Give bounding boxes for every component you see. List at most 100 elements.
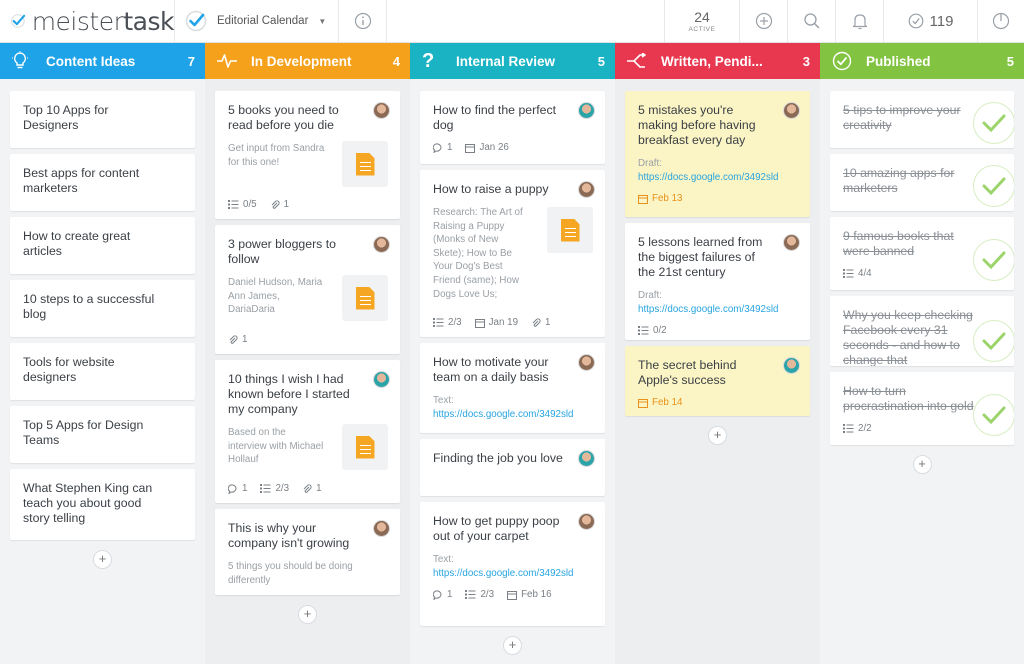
checklist-icon bbox=[843, 269, 854, 278]
project-name: Editorial Calendar bbox=[217, 15, 309, 27]
completed-tasks-number: 119 bbox=[929, 12, 954, 30]
task-card[interactable]: Top 5 Apps for Design Teams bbox=[10, 406, 195, 463]
info-icon bbox=[354, 12, 371, 30]
document-link[interactable]: https://docs.google.com/3492sld bbox=[433, 567, 592, 581]
info-button[interactable] bbox=[339, 0, 387, 42]
column-header[interactable]: Content Ideas 7 bbox=[0, 43, 205, 79]
task-title: How to get puppy poop out of your carpet bbox=[433, 514, 560, 543]
add-task-button[interactable]: + bbox=[708, 426, 727, 445]
task-card[interactable]: 10 steps to a successful blog bbox=[10, 280, 195, 337]
project-selector[interactable]: Editorial Calendar ▼ bbox=[175, 0, 339, 42]
document-thumbnail[interactable] bbox=[547, 207, 593, 253]
avatar[interactable] bbox=[373, 102, 390, 119]
search-button[interactable] bbox=[788, 0, 836, 42]
task-meta: 1 bbox=[228, 334, 260, 345]
task-card[interactable]: How to create great articles bbox=[10, 217, 195, 274]
avatar[interactable] bbox=[578, 102, 595, 119]
avatar[interactable] bbox=[578, 354, 595, 371]
column-count: 4 bbox=[392, 53, 400, 69]
paperclip-icon bbox=[303, 483, 312, 493]
task-card[interactable]: How to turn procrastination into gold 2/… bbox=[830, 372, 1014, 445]
task-card[interactable]: 5 mistakes you're making before having b… bbox=[625, 91, 810, 217]
task-card[interactable]: The secret behind Apple's success Feb 14 bbox=[625, 346, 810, 416]
add-task-button[interactable]: + bbox=[93, 550, 112, 569]
avatar[interactable] bbox=[373, 520, 390, 537]
task-card[interactable]: 5 books you need to read before you die … bbox=[215, 91, 400, 219]
task-title: 10 steps to a successful blog bbox=[23, 292, 155, 321]
notifications-button[interactable] bbox=[836, 0, 884, 42]
task-description: Draft: https://docs.google.com/3492sld bbox=[638, 157, 797, 184]
column-internal-review: ? Internal Review 5 How to find the perf… bbox=[410, 43, 615, 664]
task-card[interactable]: Best apps for content marketers bbox=[10, 154, 195, 211]
completed-check-icon[interactable] bbox=[973, 394, 1014, 436]
task-card[interactable]: 5 lessons learned from the biggest failu… bbox=[625, 223, 810, 340]
avatar[interactable] bbox=[373, 371, 390, 388]
calendar-icon bbox=[507, 590, 518, 600]
task-card[interactable]: How to raise a puppy Research: The Art o… bbox=[420, 170, 605, 337]
avatar[interactable] bbox=[373, 236, 390, 253]
column-title: In Development bbox=[251, 53, 352, 69]
completed-check-icon[interactable] bbox=[973, 239, 1014, 281]
task-card[interactable]: This is why your company isn't growing 5… bbox=[215, 509, 400, 595]
completed-check-icon[interactable] bbox=[973, 320, 1014, 362]
column-body: How to find the perfect dog 1 Jan 26 How… bbox=[410, 79, 615, 655]
task-card[interactable]: 10 things I wish I had known before I st… bbox=[215, 360, 400, 503]
avatar[interactable] bbox=[783, 234, 800, 251]
task-title: Best apps for content marketers bbox=[23, 166, 140, 195]
task-card[interactable]: 5 tips to improve your creativity bbox=[830, 91, 1014, 148]
active-tasks-counter[interactable]: 24 ACTIVE bbox=[664, 0, 740, 42]
task-card[interactable]: Finding the job you love bbox=[420, 439, 605, 496]
document-thumbnail[interactable] bbox=[342, 141, 388, 187]
checklist-indicator: 4/4 bbox=[843, 268, 872, 279]
task-card[interactable]: 10 amazing apps for marketers bbox=[830, 154, 1014, 211]
calendar-icon bbox=[465, 143, 476, 153]
paperclip-icon bbox=[271, 199, 280, 209]
task-title: Tools for website designers bbox=[23, 355, 115, 384]
task-card[interactable]: Why you keep checking Facebook every 31 … bbox=[830, 296, 1014, 366]
add-task-button[interactable] bbox=[740, 0, 788, 42]
task-card[interactable]: How to find the perfect dog 1 Jan 26 bbox=[420, 91, 605, 164]
calendar-icon bbox=[638, 398, 648, 408]
paperclip-icon bbox=[229, 334, 238, 344]
task-card[interactable]: 9 famous books that were banned 4/4 bbox=[830, 217, 1014, 290]
app-logo[interactable]: meistertask bbox=[0, 0, 175, 42]
document-icon bbox=[355, 286, 375, 310]
completed-check-icon[interactable] bbox=[973, 165, 1014, 207]
task-description: 5 things you should be doing differently bbox=[228, 561, 353, 586]
task-title: This is why your company isn't growing bbox=[228, 521, 350, 550]
document-link[interactable]: https://docs.google.com/3492sld bbox=[638, 303, 797, 317]
avatar[interactable] bbox=[578, 181, 595, 198]
completed-check-icon[interactable] bbox=[973, 102, 1014, 144]
task-card[interactable]: Top 10 Apps for Designers bbox=[10, 91, 195, 148]
add-task-button[interactable]: + bbox=[298, 605, 317, 624]
task-card[interactable]: Tools for website designers bbox=[10, 343, 195, 400]
calendar-icon bbox=[474, 318, 485, 328]
task-card[interactable]: 3 power bloggers to follow Daniel Hudson… bbox=[215, 225, 400, 354]
add-task-button[interactable]: + bbox=[503, 636, 522, 655]
attachment-indicator: 1 bbox=[302, 483, 322, 494]
comment-indicator: 1 bbox=[228, 483, 247, 494]
active-tasks-number: 24 bbox=[694, 8, 710, 25]
document-thumbnail[interactable] bbox=[342, 424, 388, 470]
avatar[interactable] bbox=[783, 357, 800, 374]
task-title: 10 things I wish I had known before I st… bbox=[228, 372, 350, 416]
time-tracking-button[interactable] bbox=[978, 0, 1024, 42]
document-link[interactable]: https://docs.google.com/3492sld bbox=[638, 171, 797, 185]
checklist-icon bbox=[260, 484, 271, 493]
column-header[interactable]: Written, Pendi... 3 bbox=[615, 43, 820, 79]
add-task-button[interactable]: + bbox=[912, 455, 932, 474]
avatar[interactable] bbox=[578, 450, 595, 467]
avatar[interactable] bbox=[578, 513, 595, 530]
completed-tasks-counter[interactable]: 119 bbox=[884, 0, 978, 42]
document-thumbnail[interactable] bbox=[342, 275, 388, 321]
task-card[interactable]: How to motivate your team on a daily bas… bbox=[420, 343, 605, 433]
task-card[interactable]: How to get puppy poop out of your carpet… bbox=[420, 502, 605, 626]
task-title: How to raise a puppy bbox=[433, 182, 549, 196]
column-header[interactable]: ? Internal Review 5 bbox=[410, 43, 615, 79]
task-card[interactable]: What Stephen King can teach you about go… bbox=[10, 469, 195, 540]
avatar[interactable] bbox=[783, 102, 800, 119]
document-link[interactable]: https://docs.google.com/3492sld bbox=[433, 408, 592, 422]
checklist-indicator: 2/3 bbox=[260, 483, 289, 494]
column-header[interactable]: Published 5 bbox=[820, 43, 1024, 79]
column-header[interactable]: In Development 4 bbox=[205, 43, 410, 79]
